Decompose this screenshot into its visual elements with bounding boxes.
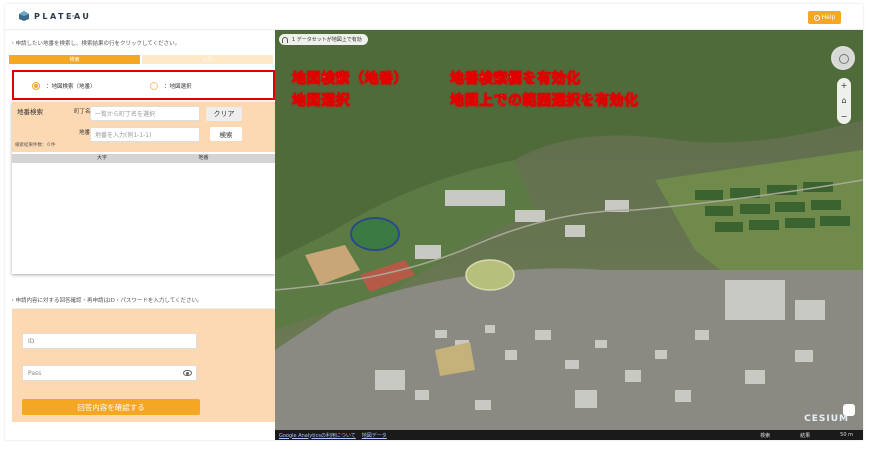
- zoom-in-icon[interactable]: +: [841, 81, 848, 90]
- map-data-link[interactable]: 地図データ: [362, 432, 387, 439]
- logo-text: PLATEAU: [34, 11, 92, 21]
- home-icon[interactable]: ⌂: [841, 96, 846, 105]
- annotation-desc-lot: 地番検索欄を有効化: [450, 71, 581, 88]
- search-instruction: ・申請したい地番を検索し、検索結果の行をクリックしてください。: [10, 41, 181, 47]
- password-field[interactable]: Pass: [22, 365, 197, 381]
- clear-button[interactable]: クリア: [206, 107, 242, 121]
- help-button[interactable]: ? Help: [808, 11, 841, 24]
- dataset-status-text: 1 データセットが地図上で有効: [292, 37, 362, 43]
- analytics-link[interactable]: Google Analyticsの利用について: [279, 432, 356, 439]
- town-select[interactable]: 一覧から町丁名を選択: [90, 106, 200, 121]
- layers-icon: [282, 36, 288, 43]
- map-footer: Google Analyticsの利用について 地図データ 検索 結果 50 m: [275, 430, 863, 440]
- radio-label-lot: ：地図検索（地番）: [46, 84, 96, 90]
- scale-bar: 50 m: [840, 431, 853, 438]
- logo: PLATEAU: [18, 10, 91, 22]
- result-count: 検索結果件数：０件: [15, 143, 56, 148]
- search-button[interactable]: 検索: [210, 127, 242, 141]
- footer-result: 結果: [800, 432, 811, 439]
- lot-input[interactable]: 地番を入力(例1-1-1): [90, 127, 200, 142]
- compass-icon[interactable]: [831, 46, 855, 70]
- plateau-logo-icon: [19, 11, 29, 21]
- column-lot: 地番: [198, 155, 209, 161]
- logo-subtext: by MLIT: [67, 14, 79, 18]
- annotation-mode-select: 地図選択: [292, 93, 350, 110]
- login-instruction: ・申請内容に対する回答確認・再申請はID・パスワードを入力してください。: [10, 298, 203, 304]
- app-window: PLATEAU by MLIT ? Help ・申請したい地番を検索し、検索結果…: [5, 4, 863, 440]
- password-placeholder: Pass: [28, 369, 42, 377]
- cesium-logo: CESIUM: [804, 414, 849, 424]
- search-mode-highlight: ：地図検索（地番） ：地図選択: [12, 70, 275, 100]
- help-icon: ?: [813, 14, 820, 21]
- lot-search-card: 地番検索 町丁名 一覧から町丁名を選択 クリア 地番 地番を入力(例1-1-1)…: [12, 102, 275, 274]
- eye-icon[interactable]: [183, 370, 192, 376]
- zoom-control: + ⌂ −: [837, 78, 851, 124]
- lot-search-title: 地番検索: [17, 108, 43, 116]
- header: PLATEAU by MLIT ? Help: [5, 4, 863, 30]
- radio-label-select: ：地図選択: [164, 84, 192, 90]
- map-view[interactable]: 1 データセットが地図上で有効 地図検索（地番） 地番検索欄を有効化 地図選択 …: [275, 30, 863, 440]
- town-label: 町丁名: [74, 109, 91, 115]
- id-field[interactable]: ID: [22, 333, 197, 349]
- lot-search-form: 地番検索 町丁名 一覧から町丁名を選択 クリア 地番 地番を入力(例1-1-1)…: [12, 102, 275, 152]
- results-table-header: 大字 地番: [12, 154, 275, 163]
- zoom-out-icon[interactable]: −: [841, 112, 848, 121]
- tab-search[interactable]: 検索: [9, 55, 140, 64]
- radio-map-search-lot[interactable]: ：地図検索（地番）: [32, 82, 96, 90]
- annotation-mode-lot: 地図検索（地番）: [292, 71, 408, 88]
- radio-unselected-icon: [150, 82, 158, 90]
- radio-selected-icon: [32, 82, 40, 90]
- help-label: Help: [821, 14, 836, 21]
- radio-map-select[interactable]: ：地図選択: [150, 82, 192, 90]
- lot-label: 地番: [79, 130, 91, 136]
- tab-input[interactable]: 入力: [142, 55, 273, 64]
- login-panel: ID Pass 回答内容を確認する: [12, 308, 275, 422]
- confirm-answer-button[interactable]: 回答内容を確認する: [22, 399, 200, 415]
- footer-search: 検索: [760, 432, 771, 439]
- dataset-status-pill[interactable]: 1 データセットが地図上で有効: [279, 34, 368, 45]
- column-oaza: 大字: [96, 155, 107, 161]
- annotation-desc-select: 地図上での範囲選択を有効化: [450, 93, 639, 110]
- tab-bar: 検索 入力: [9, 55, 273, 64]
